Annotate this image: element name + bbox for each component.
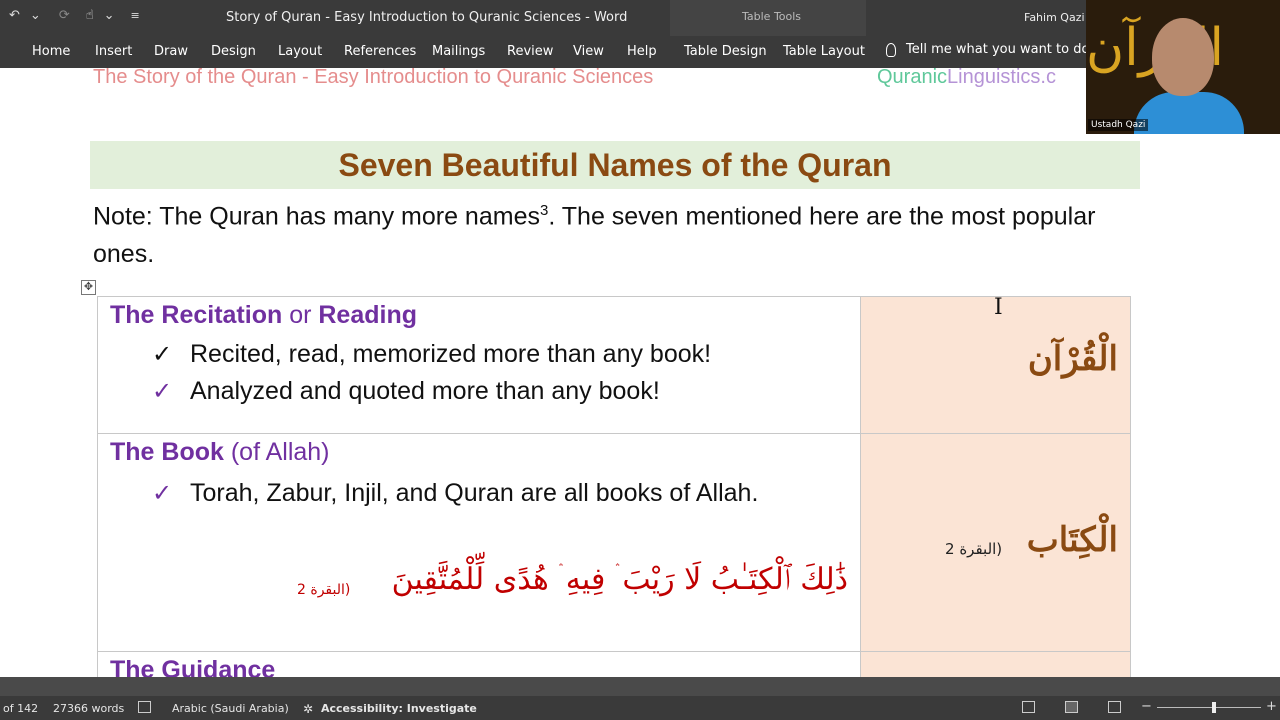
section-banner: Seven Beautiful Names of the Quran [90, 141, 1140, 189]
heading-light: (of Allah) [223, 438, 330, 466]
arabic-reference: (البقرة 2 [945, 540, 1003, 558]
heading-bold: The Recitation [110, 301, 283, 329]
customize-toolbar-icon[interactable]: ≡ [128, 9, 143, 22]
presenter-shirt [1134, 92, 1244, 134]
presenter-face [1152, 18, 1214, 96]
table-cell-arabic[interactable]: الْكِتَاب (البقرة 2 [860, 433, 1131, 652]
row-heading: The Book (of Allah) [110, 438, 330, 467]
verse-reference: (البقرة 2 [297, 582, 351, 598]
list-item-text: Recited, read, memorized more than any b… [190, 340, 712, 368]
zoom-out-icon[interactable]: − [1141, 699, 1152, 714]
checkmark-icon: ✓ [152, 378, 173, 405]
tab-help[interactable]: Help [627, 44, 657, 59]
redo-icon[interactable]: ⟳ [56, 8, 73, 23]
word-count[interactable]: 27366 words [53, 702, 124, 715]
tab-draw[interactable]: Draw [154, 44, 188, 59]
web-layout-icon[interactable] [1108, 701, 1121, 713]
site-part-1: Quranic [877, 68, 948, 88]
user-name[interactable]: Fahim Qazi [1024, 11, 1085, 24]
names-table: The Recitation or Reading ✓ Recited, read… [97, 296, 1131, 677]
tab-table-layout[interactable]: Table Layout [783, 44, 865, 59]
undo-icon[interactable]: ↶ [6, 8, 23, 23]
tab-view[interactable]: View [573, 44, 604, 59]
tell-me-search[interactable]: Tell me what you want to do [886, 42, 1089, 57]
page-header-site: QuranicLinguistics.c [877, 68, 1056, 89]
section-title: Seven Beautiful Names of the Quran [338, 147, 892, 183]
accessibility-icon: ✲ [303, 702, 314, 716]
document-page[interactable]: The Story of the Quran - Easy Introducti… [0, 68, 1280, 677]
arabic-name: الْكِتَاب [1026, 520, 1118, 560]
heading-bold-2: Reading [318, 301, 417, 329]
tab-table-design[interactable]: Table Design [684, 44, 767, 59]
table-cell[interactable]: The Guidance [97, 651, 861, 677]
touch-mode-icon[interactable]: ☝ [83, 8, 97, 23]
page-count[interactable]: of 142 [3, 702, 38, 715]
touch-dropdown-icon[interactable]: ⌄ [101, 8, 118, 23]
tell-me-text: Tell me what you want to do [906, 42, 1090, 57]
zoom-slider[interactable] [1157, 707, 1261, 708]
quick-access-toolbar: ↶ ⌄ ⟳ ☝ ⌄ ≡ [6, 8, 143, 23]
note-text: Note: The Quran has many more names [93, 202, 540, 231]
tab-insert[interactable]: Insert [95, 44, 132, 59]
table-move-handle-icon[interactable]: ✥ [81, 280, 96, 295]
webcam-overlay: القرآن Ustadh Qazi [1086, 0, 1280, 134]
zoom-slider-thumb[interactable] [1212, 702, 1216, 713]
note-paragraph: Note: The Quran has many more names3. Th… [93, 192, 1153, 273]
lightbulb-icon [886, 42, 896, 57]
checkmark-icon: ✓ [152, 341, 173, 368]
tab-mailings[interactable]: Mailings [432, 44, 485, 59]
quran-verse: ذَٰلِكَ ٱلْكِتَـٰبُ لَا رَيْبَ ۛ فِيهِ ۛ… [391, 562, 848, 597]
zoom-in-icon[interactable]: + [1266, 699, 1277, 714]
status-bar-strip [0, 677, 1280, 696]
list-item-text: Torah, Zabur, Injil, and Quran are all b… [190, 479, 759, 507]
table-tools-label: Table Tools [742, 10, 802, 23]
tab-design[interactable]: Design [211, 44, 256, 59]
table-cell[interactable]: The Recitation or Reading ✓ Recited, read… [97, 296, 861, 434]
table-cell-arabic[interactable] [860, 651, 1131, 677]
tab-review[interactable]: Review [507, 44, 553, 59]
read-mode-icon[interactable] [1022, 701, 1035, 713]
presenter-name: Ustadh Qazi [1088, 119, 1149, 131]
accessibility-status[interactable]: Accessibility: Investigate [321, 702, 477, 715]
window-title: Story of Quran - Easy Introduction to Qu… [226, 10, 628, 25]
list-item-text: Analyzed and quoted more than any book! [190, 377, 660, 405]
text-cursor-icon: I [994, 295, 1003, 320]
row-heading: The Guidance [110, 656, 275, 677]
heading-connector: or [282, 301, 319, 329]
tab-references[interactable]: References [344, 44, 416, 59]
heading-bold: The Book [110, 438, 224, 466]
arabic-name: الْقُرْآن [1027, 339, 1118, 379]
undo-dropdown-icon[interactable]: ⌄ [27, 8, 44, 23]
tab-home[interactable]: Home [32, 44, 70, 59]
table-cell[interactable]: The Book (of Allah) ✓ Torah, Zabur, Injil… [97, 433, 861, 652]
proofing-icon[interactable] [138, 701, 151, 713]
tab-layout[interactable]: Layout [278, 44, 322, 59]
checkmark-icon: ✓ [152, 480, 173, 507]
site-part-2: Linguistics.c [947, 68, 1056, 88]
language-indicator[interactable]: Arabic (Saudi Arabia) [172, 702, 289, 715]
row-heading: The Recitation or Reading [110, 301, 417, 330]
heading-bold: The Guidance [110, 656, 276, 677]
page-header-title: The Story of the Quran - Easy Introducti… [93, 68, 654, 88]
print-layout-icon[interactable] [1065, 701, 1078, 713]
